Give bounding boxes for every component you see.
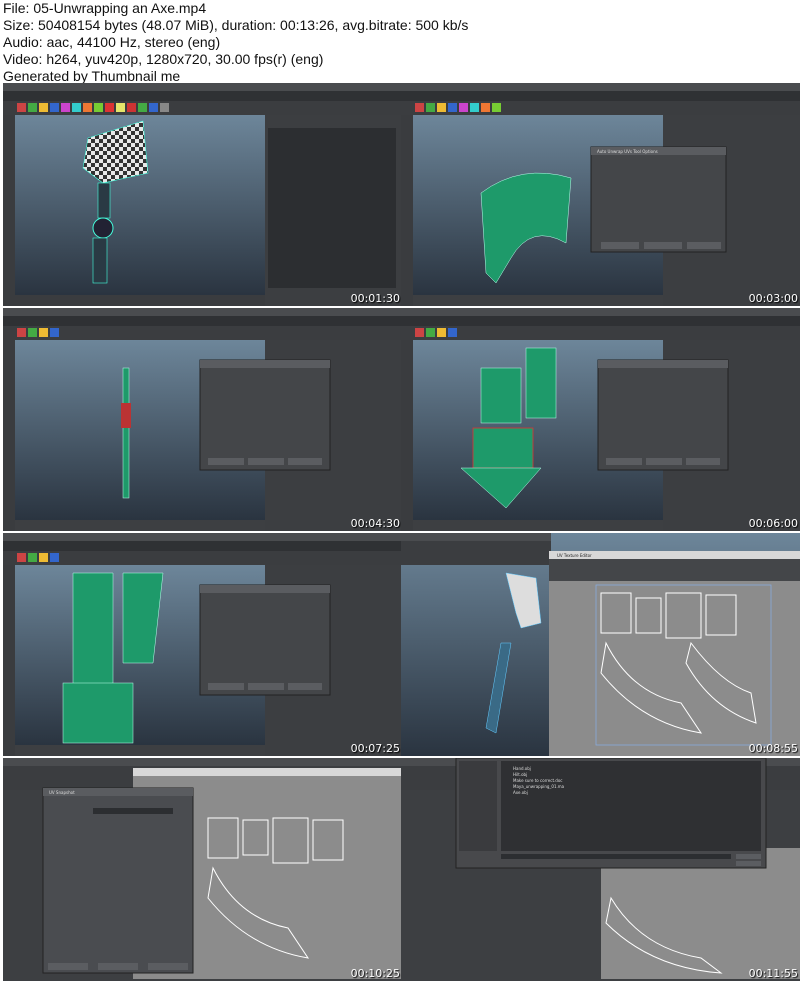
audio-info: Audio: aac, 44100 Hz, stereo (eng) bbox=[3, 34, 221, 50]
thumbnail-timestamp: 00:06:00 bbox=[748, 517, 798, 530]
file-item-5: Axe.obj bbox=[513, 790, 528, 795]
thumbnail-8[interactable]: Hand.obj Hilt.obj Make sure to correct.d… bbox=[401, 758, 800, 981]
thumbnail-6[interactable]: UV Texture Editor 00:08:55 bbox=[401, 533, 800, 756]
thumbnail-4[interactable]: 00:06:00 bbox=[401, 308, 800, 531]
maya-screenshot bbox=[401, 308, 800, 531]
thumbnail-2[interactable]: Auto Unwrap UVs Tool Options 00:03:00 bbox=[401, 83, 800, 306]
maya-screenshot: Hand.obj Hilt.obj Make sure to correct.d… bbox=[401, 758, 800, 979]
file-info-header: File: 05-Unwrapping an Axe.mp4 Size: 504… bbox=[3, 0, 793, 85]
file-item-4: Maya_unwrapping_01.ma bbox=[513, 784, 565, 789]
thumbnail-timestamp: 00:08:55 bbox=[748, 742, 798, 755]
thumbnail-grid: 00:01:30 Auto Unwrap UVs Tool Options 00… bbox=[0, 83, 800, 981]
maya-screenshot bbox=[3, 83, 402, 306]
maya-screenshot: Auto Unwrap UVs Tool Options bbox=[401, 83, 800, 306]
snapshot-title: UV Snapshot bbox=[49, 790, 75, 795]
thumbnail-timestamp: 00:01:30 bbox=[350, 292, 400, 305]
maya-screenshot bbox=[3, 308, 402, 531]
maya-screenshot: UV Texture Editor bbox=[401, 533, 800, 756]
file-size: Size: 50408154 bytes (48.07 MiB), durati… bbox=[3, 17, 469, 33]
file-item-3: Make sure to correct.doc bbox=[513, 778, 562, 783]
thumbnail-timestamp: 00:03:00 bbox=[748, 292, 798, 305]
maya-screenshot bbox=[3, 533, 402, 756]
uv-editor-title: UV Texture Editor bbox=[557, 553, 592, 558]
thumbnail-timestamp: 00:07:25 bbox=[350, 742, 400, 755]
thumbnail-5[interactable]: 00:07:25 bbox=[3, 533, 402, 756]
thumbnail-3[interactable]: 00:04:30 bbox=[3, 308, 402, 531]
thumbnail-timestamp: 00:10:25 bbox=[350, 967, 400, 980]
file-name: File: 05-Unwrapping an Axe.mp4 bbox=[3, 0, 207, 16]
thumbnail-timestamp: 00:04:30 bbox=[350, 517, 400, 530]
thumbnail-timestamp: 00:11:55 bbox=[748, 967, 798, 980]
thumbnail-1[interactable]: 00:01:30 bbox=[3, 83, 402, 306]
dialog-title: Auto Unwrap UVs Tool Options bbox=[597, 149, 658, 154]
thumbnail-7[interactable]: UV Snapshot 00:10:25 bbox=[3, 758, 402, 981]
file-item-1: Hand.obj bbox=[513, 766, 531, 771]
maya-screenshot: UV Snapshot bbox=[3, 758, 402, 979]
file-item-2: Hilt.obj bbox=[513, 772, 527, 777]
video-info: Video: h264, yuv420p, 1280x720, 30.00 fp… bbox=[3, 51, 324, 67]
